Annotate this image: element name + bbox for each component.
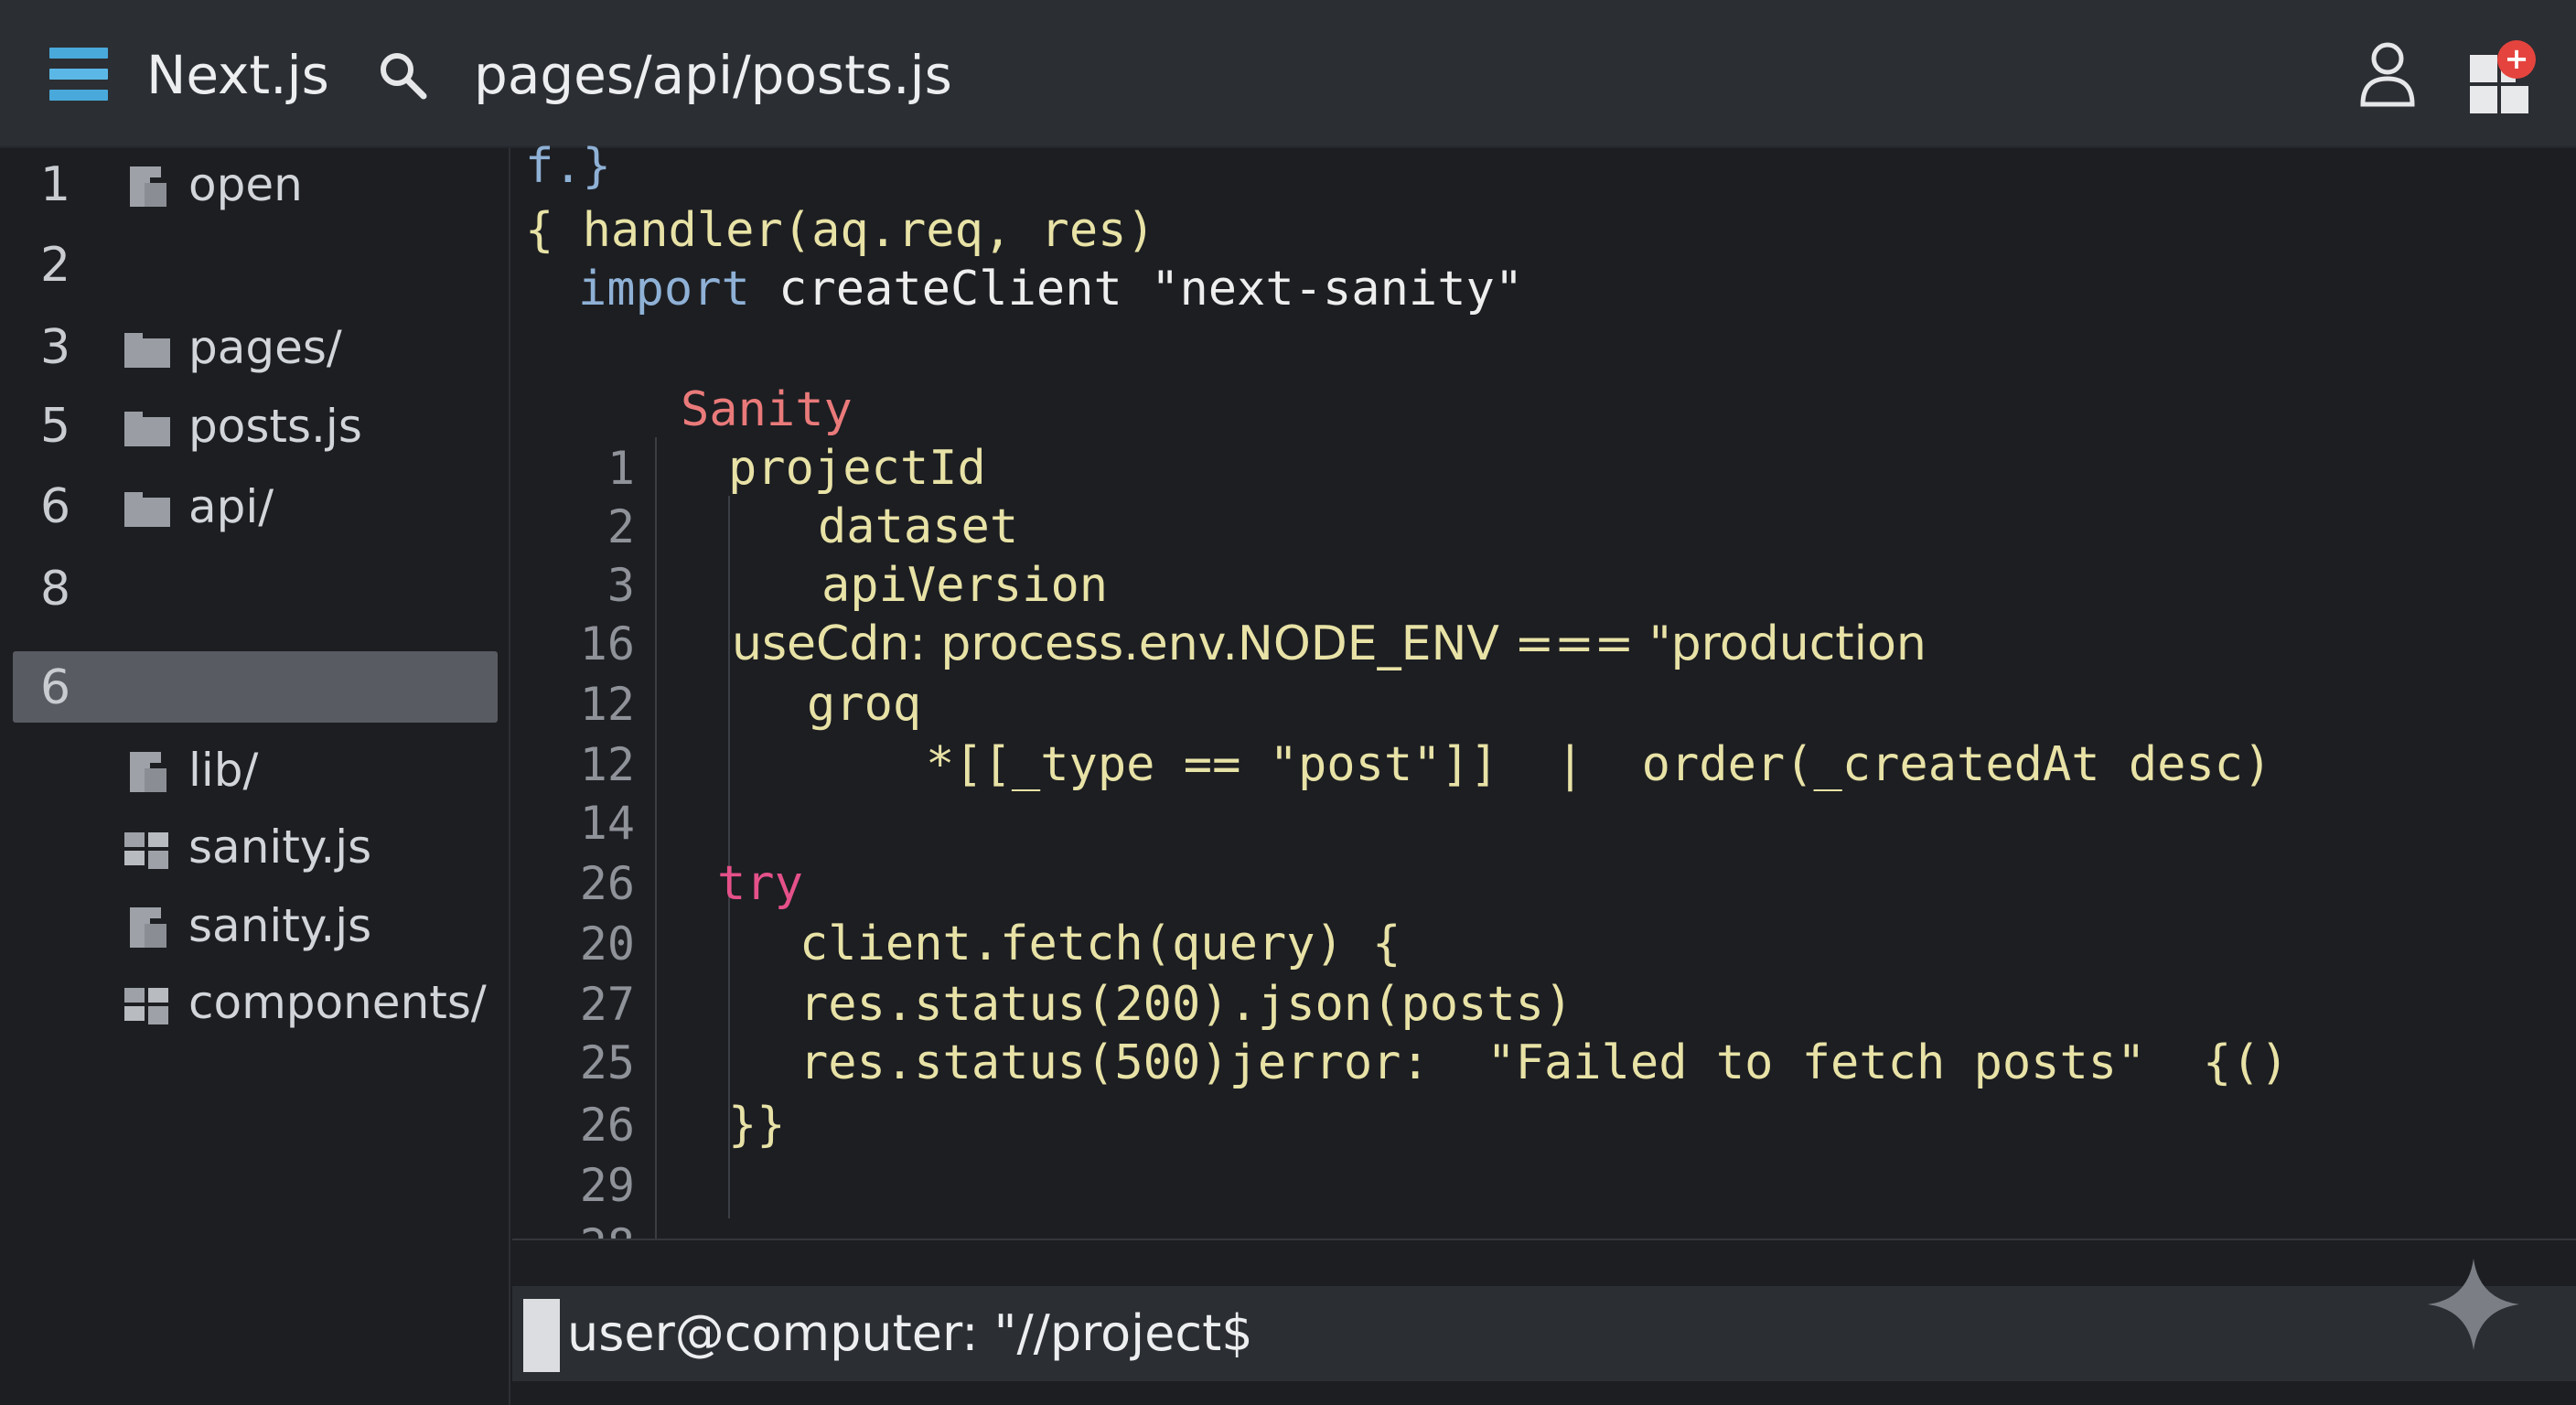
folder-icon	[124, 329, 170, 370]
sidebar-item-components[interactable]: components/	[0, 966, 510, 1039]
line-number: 25	[579, 1036, 635, 1089]
folder-icon	[124, 488, 170, 529]
file-icon	[124, 907, 166, 948]
sidebar-item-open[interactable]: 1 open	[0, 148, 510, 221]
notification-badge: +	[2497, 40, 2536, 79]
line-number: 16	[579, 617, 635, 670]
menu-icon[interactable]	[49, 48, 108, 101]
import-statement: createClient "next-sanity"	[749, 262, 1524, 316]
sidebar-item-empty[interactable]: 8	[0, 552, 510, 626]
search-icon[interactable]	[375, 48, 430, 102]
sidebar-item-selected[interactable]: 6	[0, 651, 510, 724]
gutter-divider	[655, 437, 657, 1282]
line-number: 26	[579, 857, 635, 910]
code-line: import createClient "next-sanity"	[578, 260, 1523, 318]
code-line: { handler(aq.req, res)	[525, 203, 1155, 258]
terminal-cursor	[523, 1299, 560, 1372]
sidebar-item-label: posts.js	[188, 400, 362, 453]
sidebar-item-empty[interactable]: 2	[0, 229, 510, 302]
line-number: 3	[606, 559, 635, 612]
sidebar-line-number: 3	[40, 320, 71, 375]
user-icon[interactable]	[2358, 40, 2417, 108]
code-line: f.}	[525, 139, 611, 194]
line-number: 12	[579, 678, 635, 731]
line-number: 29	[579, 1159, 635, 1212]
code-line: }}	[728, 1098, 786, 1153]
line-number: 27	[579, 978, 635, 1031]
file-icon	[124, 166, 166, 207]
sidebar-item-pages[interactable]: 3 pages/	[0, 311, 510, 384]
app-title: Next.js	[146, 44, 329, 106]
line-number: 26	[579, 1099, 635, 1152]
code-line: groq	[807, 677, 922, 732]
terminal-prompt: user@computer: "//project$	[567, 1304, 1253, 1362]
top-bar: Next.js pages/api/posts.js +	[0, 0, 2576, 148]
file-icon	[124, 752, 166, 792]
sparkle-icon[interactable]	[2426, 1257, 2521, 1352]
sidebar-item-label: pages/	[188, 321, 342, 374]
code-line: client.fetch(query) {	[800, 917, 1401, 971]
sidebar-line-number: 6	[40, 479, 71, 534]
sidebar-item-label: components/	[188, 976, 487, 1029]
sidebar-item-sanity-js[interactable]: sanity.js	[0, 810, 510, 884]
sidebar-item-label: lib/	[188, 744, 259, 797]
module-icon	[124, 829, 168, 869]
import-keyword: import	[578, 262, 750, 316]
code-line: projectId	[728, 441, 986, 496]
code-line: useCdn: process.env.NODE_ENV === "produc…	[732, 617, 1927, 671]
module-icon	[124, 984, 168, 1024]
sidebar-item-label: sanity.js	[188, 820, 372, 874]
indent-guide	[728, 917, 730, 1218]
terminal-panel[interactable]: user@computer: "//project$	[512, 1239, 2576, 1405]
code-line: apiVersion	[821, 558, 1109, 613]
sidebar-item-label: open	[188, 158, 303, 211]
code-line: *[[_type == "post"]] | order(_createdAt …	[926, 737, 2272, 792]
sidebar-item-label: api/	[188, 480, 274, 533]
sidebar-line-number: 8	[40, 562, 71, 617]
code-editor[interactable]: f.} { handler(aq.req, res) import create…	[512, 139, 2576, 1282]
line-number: 1	[606, 442, 635, 495]
folder-icon	[124, 408, 170, 448]
line-number: 2	[606, 500, 635, 553]
sidebar-item-posts[interactable]: 5 posts.js	[0, 390, 510, 463]
line-number: 14	[579, 797, 635, 850]
code-line: dataset	[818, 499, 1019, 554]
breadcrumb[interactable]: pages/api/posts.js	[474, 38, 952, 112]
line-number: 12	[579, 738, 635, 791]
sidebar-line-number: 1	[40, 157, 71, 212]
sidebar-item-label: sanity.js	[188, 899, 372, 952]
sidebar-line-number: 6	[40, 660, 71, 715]
sidebar-item-lib[interactable]: lib/	[0, 734, 510, 807]
code-line: res.status(500)jerror: "Failed to fetch …	[800, 1035, 2289, 1090]
sidebar-line-number: 2	[40, 238, 71, 293]
sidebar-line-number: 5	[40, 399, 71, 454]
try-keyword: try	[717, 856, 803, 911]
sidebar-item-sanity-js-2[interactable]: sanity.js	[0, 889, 510, 962]
line-number: 20	[579, 917, 635, 971]
sanity-label: Sanity	[681, 382, 853, 437]
file-explorer-sidebar: 1 open 2 3 pages/ 5 posts.js 6 api/ 8 6 …	[0, 148, 510, 1405]
code-line: res.status(200).json(posts)	[800, 977, 1573, 1032]
sidebar-item-api[interactable]: 6 api/	[0, 470, 510, 543]
